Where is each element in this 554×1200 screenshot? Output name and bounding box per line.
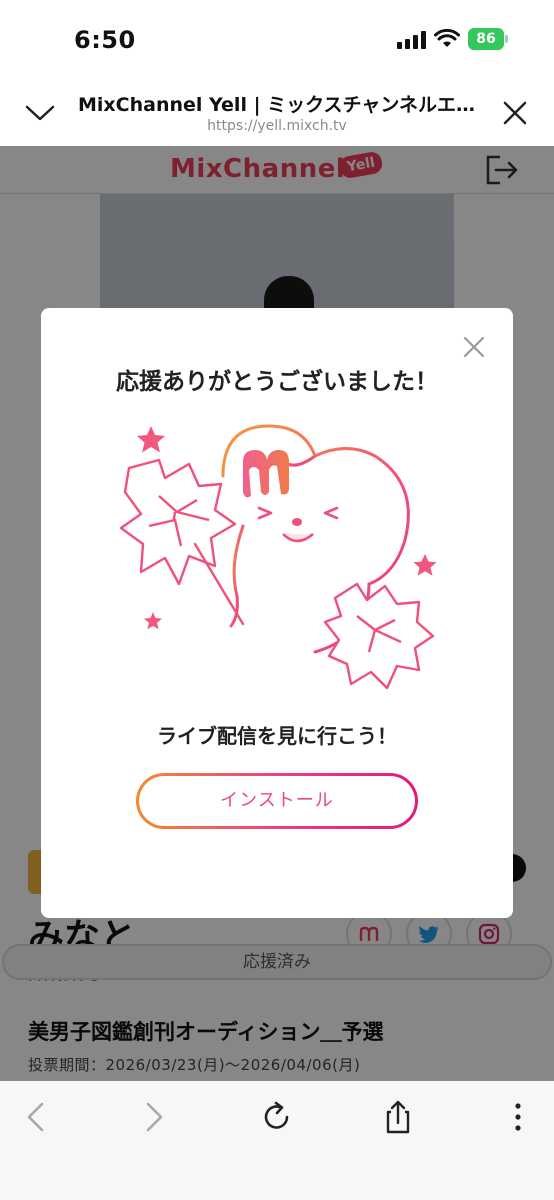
browser-header: MixChannel Yell | ミックスチャンネルエ… https://ye… bbox=[0, 78, 554, 146]
modal-subtitle: ライブ配信を見に行こう！ bbox=[157, 724, 397, 748]
battery-level: 86 bbox=[468, 28, 504, 50]
status-bar: 6:50 86 bbox=[0, 0, 554, 78]
page-title: MixChannel Yell | ミックスチャンネルエ… bbox=[78, 94, 475, 116]
cheer-complete-modal: 応援ありがとうございました！ ライブ配信を見に行こう！ インストール bbox=[41, 308, 513, 918]
browser-toolbar bbox=[0, 1081, 554, 1200]
cheer-bear-illustration bbox=[119, 424, 437, 690]
modal-title: 応援ありがとうございました！ bbox=[116, 369, 438, 395]
install-button[interactable]: インストール bbox=[136, 773, 418, 829]
forward-icon[interactable] bbox=[134, 1099, 174, 1135]
more-icon[interactable] bbox=[498, 1099, 538, 1135]
page-url[interactable]: https://yell.mixch.tv bbox=[0, 118, 554, 134]
install-button-label: インストール bbox=[139, 776, 415, 826]
reload-icon[interactable] bbox=[257, 1099, 297, 1135]
share-icon[interactable] bbox=[378, 1099, 418, 1135]
cellular-signal-icon bbox=[397, 31, 427, 49]
close-icon[interactable] bbox=[502, 100, 528, 126]
battery-icon: 86 bbox=[468, 28, 508, 50]
status-time: 6:50 bbox=[74, 26, 136, 54]
modal-close-icon[interactable] bbox=[463, 336, 485, 358]
wifi-icon bbox=[434, 28, 460, 47]
back-icon[interactable] bbox=[16, 1099, 56, 1135]
